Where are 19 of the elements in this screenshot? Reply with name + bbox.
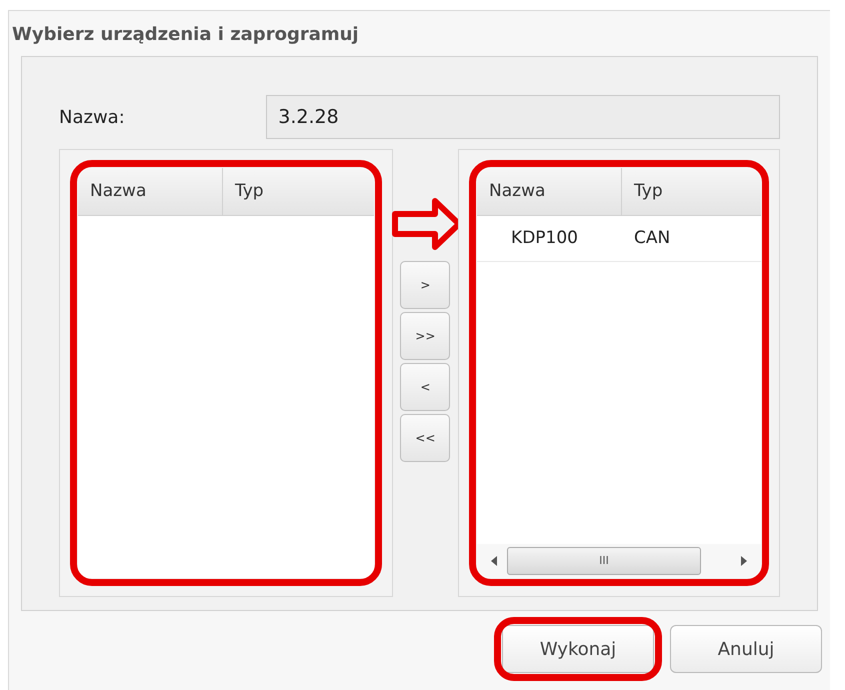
transfer-button[interactable]: >> — [400, 312, 450, 360]
field-label: Nazwa: — [59, 106, 126, 130]
column-header[interactable]: Nazwa — [477, 168, 622, 215]
scroll-left-icon[interactable] — [491, 556, 498, 566]
scrollbar-thumb[interactable]: III — [507, 547, 702, 575]
transfer-button[interactable]: > — [400, 261, 450, 309]
window-title: Wybierz urządzenia i zaprogramuj — [11, 23, 360, 47]
transfer-button[interactable]: < — [400, 363, 450, 411]
name-field[interactable]: 3.2.28 — [266, 95, 780, 139]
scroll-right-icon[interactable] — [741, 556, 748, 566]
column-header[interactable]: Typ — [622, 168, 762, 215]
dialog-button[interactable]: Anuluj — [670, 625, 822, 673]
dialog-button[interactable]: Wykonaj — [502, 625, 654, 673]
table-cell-text: KDP100 — [510, 226, 579, 250]
column-header[interactable]: Nazwa — [78, 168, 223, 215]
transfer-button[interactable]: << — [400, 414, 450, 462]
horizontal-scrollbar[interactable]: III — [477, 544, 762, 578]
table-cell-text: CAN — [633, 226, 670, 250]
column-header[interactable]: Typ — [223, 168, 374, 215]
